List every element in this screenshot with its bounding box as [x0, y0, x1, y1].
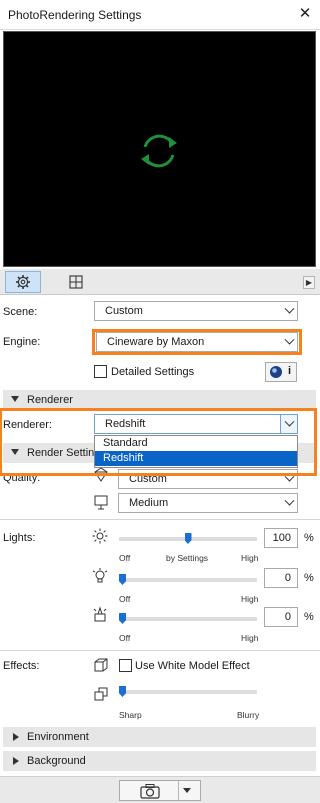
torch-icon: [93, 606, 107, 622]
camera-icon: [140, 784, 160, 799]
engine-value: Cineware by Maxon: [107, 336, 205, 348]
tab-bar: ▶: [0, 269, 320, 295]
environment-section-header[interactable]: Environment: [3, 727, 316, 747]
renderer-section-header[interactable]: Renderer: [3, 390, 316, 410]
renderer-option-standard[interactable]: Standard: [95, 436, 297, 451]
renderer-label: Renderer:: [3, 419, 52, 431]
quality-preset-dropdown[interactable]: Medium: [118, 493, 298, 513]
crop-frame-icon: [69, 275, 83, 289]
white-model-checkbox[interactable]: [119, 659, 132, 672]
background-section-title: Background: [27, 755, 86, 767]
engine-info-button[interactable]: i: [265, 362, 297, 382]
detailed-settings-checkbox[interactable]: [94, 365, 107, 378]
tick-label: Off: [119, 633, 131, 643]
scroll-right-icon[interactable]: ▶: [303, 276, 315, 289]
dropdown-arrow-icon[interactable]: [183, 788, 191, 793]
lights-slider-2[interactable]: [119, 578, 257, 582]
renderer-section-title: Renderer: [27, 394, 73, 406]
tick-label: Off: [119, 594, 131, 604]
tick-label: High: [241, 633, 259, 643]
slider-thumb[interactable]: [184, 533, 192, 544]
slider-thumb[interactable]: [119, 613, 126, 624]
chevron-down-icon: [284, 303, 295, 314]
render-preview: [3, 31, 316, 267]
collapse-triangle-icon: [11, 396, 19, 402]
sun-icon: [92, 528, 108, 544]
engine-label: Engine:: [3, 336, 41, 348]
effects-slider[interactable]: [119, 690, 257, 694]
divider: [0, 519, 320, 520]
tick-label: by Settings: [166, 553, 209, 563]
lights-value-1[interactable]: 100: [264, 528, 298, 548]
slider-thumb[interactable]: [119, 686, 126, 697]
divider: [0, 650, 320, 651]
bottom-toolbar: [0, 776, 320, 803]
quality-preset-icon: [94, 495, 108, 510]
close-icon[interactable]: ✕: [296, 5, 314, 23]
renderer-options-list: Standard Redshift: [94, 435, 298, 468]
environment-section-title: Environment: [27, 731, 89, 743]
expand-triangle-icon: [13, 733, 19, 741]
background-section-header[interactable]: Background: [3, 751, 316, 771]
tab-size[interactable]: [58, 271, 94, 293]
expand-triangle-icon: [13, 757, 19, 765]
title-bar: PhotoRendering Settings ✕: [0, 0, 320, 30]
tick-label: Off: [119, 553, 131, 563]
lamp-icon: [92, 568, 108, 583]
effects-label: Effects:: [3, 660, 40, 672]
refresh-icon: [141, 134, 177, 168]
lights-value-2[interactable]: 0: [264, 568, 298, 588]
chevron-down-icon: [284, 495, 295, 506]
engine-dropdown[interactable]: Cineware by Maxon: [96, 332, 298, 352]
chevron-down-icon: [284, 334, 295, 345]
tick-label: High: [241, 553, 259, 563]
percent-unit: %: [304, 611, 314, 623]
snapshot-button[interactable]: [119, 780, 201, 801]
split-divider: [178, 781, 179, 800]
scene-dropdown[interactable]: Custom: [94, 301, 298, 321]
gear-icon: [16, 275, 30, 289]
lights-label: Lights:: [3, 532, 36, 544]
renderer-dropdown[interactable]: Redshift: [94, 414, 298, 434]
info-icon: i: [288, 365, 292, 377]
chevron-down-icon: [284, 416, 295, 427]
percent-unit: %: [304, 572, 314, 584]
dropdown-button[interactable]: [280, 415, 297, 433]
lights-slider-3[interactable]: [119, 617, 257, 621]
blur-shadow-icon: [94, 687, 108, 701]
quality-preset-value: Medium: [129, 497, 169, 509]
cube-icon: [94, 658, 108, 672]
tick-label: Blurry: [237, 710, 260, 720]
renderer-option-redshift[interactable]: Redshift: [95, 451, 297, 466]
detailed-settings-label: Detailed Settings: [111, 366, 195, 378]
tick-label: Sharp: [119, 710, 142, 720]
scene-label: Scene:: [3, 306, 38, 318]
renderer-value: Redshift: [105, 418, 146, 430]
tab-settings[interactable]: [5, 271, 41, 293]
percent-unit: %: [304, 532, 314, 544]
tick-label: High: [241, 594, 259, 604]
slider-thumb[interactable]: [119, 574, 126, 585]
cinema4d-logo-icon: [270, 366, 282, 378]
white-model-label: Use White Model Effect: [135, 660, 250, 672]
lights-value-3[interactable]: 0: [264, 607, 298, 627]
window-title: PhotoRendering Settings: [8, 8, 142, 22]
scene-value: Custom: [105, 305, 143, 317]
